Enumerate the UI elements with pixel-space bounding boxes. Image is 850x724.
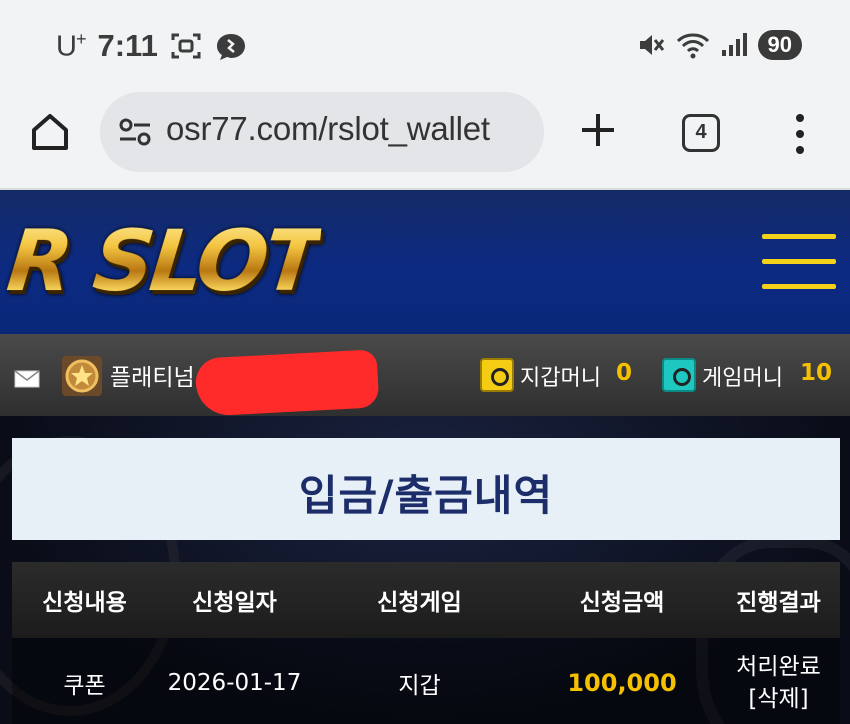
chat-icon bbox=[216, 34, 245, 60]
header-type: 신청내용 bbox=[42, 590, 127, 616]
screenshot-icon bbox=[171, 33, 201, 59]
main-content: 입금/출금내역 신청내용 신청일자 신청게임 신청금액 진행결과 쿠폰 2026… bbox=[0, 416, 850, 724]
site-header: R SLOT bbox=[0, 190, 850, 334]
mute-icon bbox=[639, 35, 664, 55]
page-title-box: 입금/출금내역 bbox=[12, 438, 840, 540]
signal-icon bbox=[721, 33, 747, 56]
carrier-label: U+ bbox=[56, 28, 86, 64]
carrier-sup: + bbox=[75, 28, 86, 49]
home-icon[interactable] bbox=[28, 110, 72, 154]
wallet-money-value: 0 bbox=[616, 360, 633, 386]
site-settings-icon[interactable] bbox=[118, 118, 152, 146]
table-header: 신청내용 신청일자 신청게임 신청금액 진행결과 bbox=[12, 562, 840, 638]
history-table: 신청내용 신청일자 신청게임 신청금액 진행결과 쿠폰 2026-01-17 지… bbox=[12, 562, 840, 724]
tab-switcher-button[interactable]: 4 bbox=[682, 114, 720, 152]
address-bar[interactable]: osr77.com/rslot_wallet bbox=[100, 92, 544, 172]
wallet-safe-icon bbox=[480, 358, 514, 392]
hamburger-menu-icon[interactable] bbox=[762, 234, 836, 290]
wifi-icon bbox=[676, 33, 709, 59]
more-options-icon[interactable] bbox=[790, 112, 810, 156]
status-bar: U+ 7:11 90 bbox=[0, 0, 850, 92]
wallet-money-label: 지갑머니 bbox=[520, 366, 601, 391]
status-text: 처리완료 bbox=[736, 654, 821, 680]
header-date: 신청일자 bbox=[192, 590, 277, 616]
url-text[interactable]: osr77.com/rslot_wallet bbox=[166, 110, 490, 148]
header-game: 신청게임 bbox=[377, 590, 462, 616]
delete-link[interactable]: [삭제] bbox=[717, 683, 840, 715]
url-fade bbox=[504, 92, 544, 172]
grade-badge-icon bbox=[62, 356, 102, 396]
carrier-name: U bbox=[56, 30, 77, 63]
redacted-username bbox=[194, 349, 380, 417]
cell-amount: 100,000 bbox=[567, 669, 677, 697]
site-logo[interactable]: R SLOT bbox=[3, 212, 323, 310]
new-tab-icon[interactable] bbox=[578, 110, 618, 150]
browser-toolbar: osr77.com/rslot_wallet 4 bbox=[0, 92, 850, 190]
member-grade: 플래티넘 bbox=[110, 365, 195, 391]
game-money-label: 게임머니 bbox=[702, 366, 783, 391]
cell-status: 처리완료 [삭제] bbox=[717, 651, 840, 715]
table-row: 쿠폰 2026-01-17 지갑 100,000 처리완료 [삭제] bbox=[12, 638, 840, 724]
page-title: 입금/출금내역 bbox=[298, 471, 554, 520]
cell-date: 2026-01-17 bbox=[167, 670, 302, 696]
mail-icon[interactable] bbox=[14, 370, 40, 388]
cell-type: 쿠폰 bbox=[63, 673, 106, 699]
user-info-bar: 플래티넘 지갑머니 0 게임머니 10 bbox=[0, 334, 850, 417]
header-status: 진행결과 bbox=[736, 590, 821, 616]
header-amount: 신청금액 bbox=[579, 590, 665, 616]
cell-game: 지갑 bbox=[398, 673, 441, 699]
battery-indicator: 90 bbox=[757, 30, 802, 60]
game-money-value: 10 bbox=[800, 360, 833, 386]
clock: 7:11 bbox=[97, 28, 158, 63]
game-safe-icon bbox=[662, 358, 696, 392]
